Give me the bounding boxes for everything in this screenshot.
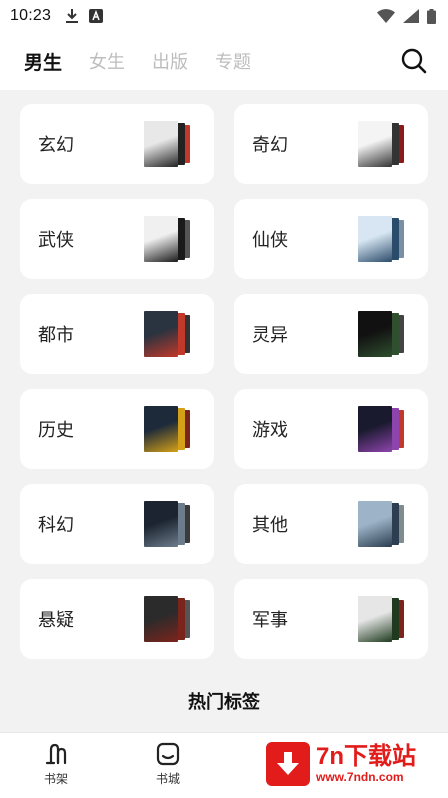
book-cover-front (144, 311, 178, 357)
signal-icon (403, 9, 419, 23)
category-card-lishi[interactable]: 历史 (20, 389, 214, 469)
search-icon[interactable] (400, 47, 428, 75)
category-label: 历史 (38, 420, 74, 441)
category-card-xuanyi[interactable]: 悬疑 (20, 579, 214, 659)
category-card-wuxia[interactable]: 武侠 (20, 199, 214, 279)
tab-publication[interactable]: 出版 (152, 48, 188, 74)
book-covers (144, 406, 190, 452)
book-cover-front (144, 216, 178, 262)
book-cover-front (144, 501, 178, 547)
bottom-nav-bookstore[interactable]: 书城 (138, 741, 198, 787)
status-bar: 10:23 (0, 0, 448, 32)
book-covers (144, 121, 190, 167)
category-card-youxi[interactable]: 游戏 (234, 389, 428, 469)
category-label: 武侠 (38, 230, 74, 251)
book-covers (358, 216, 404, 262)
book-cover-front (358, 596, 392, 642)
category-label: 悬疑 (38, 610, 74, 631)
site-watermark: 7n下载站 www.7ndn.com (262, 736, 442, 792)
category-card-kehuan[interactable]: 科幻 (20, 484, 214, 564)
category-label: 仙侠 (252, 230, 288, 251)
tab-topics[interactable]: 专题 (215, 48, 251, 74)
battery-icon (427, 8, 436, 24)
book-covers (144, 311, 190, 357)
wifi-icon (377, 9, 395, 23)
book-cover-front (144, 406, 178, 452)
book-covers (144, 596, 190, 642)
category-card-dushi[interactable]: 都市 (20, 294, 214, 374)
book-covers (358, 501, 404, 547)
book-covers (144, 216, 190, 262)
status-time: 10:23 (10, 7, 52, 24)
bookshelf-icon (45, 743, 67, 765)
book-covers (358, 406, 404, 452)
hot-tags-title: 热门标签 (188, 692, 260, 713)
book-covers (144, 501, 190, 547)
bottom-nav-label: 书城 (155, 772, 180, 786)
book-cover-front (358, 121, 392, 167)
tab-male[interactable]: 男生 (24, 48, 62, 75)
category-label: 军事 (252, 610, 288, 631)
bottom-nav-label: 书架 (43, 772, 68, 786)
category-label: 奇幻 (252, 135, 288, 156)
category-label: 都市 (38, 325, 74, 346)
category-label: 游戏 (252, 420, 288, 441)
tab-female[interactable]: 女生 (89, 48, 125, 74)
top-nav: 男生 女生 出版 专题 (0, 32, 448, 90)
book-cover-front (358, 216, 392, 262)
book-cover-front (144, 596, 178, 642)
book-cover-front (144, 121, 178, 167)
download-icon (66, 9, 79, 23)
watermark-title: 7n下载站 (316, 743, 417, 770)
book-covers (358, 596, 404, 642)
category-grid: 玄幻 奇幻 武侠 仙侠 都市 灵异 历史 游戏 科幻 其他 悬疑 军事 (20, 104, 428, 659)
category-card-junshi[interactable]: 军事 (234, 579, 428, 659)
category-label: 其他 (252, 515, 288, 536)
book-cover-front (358, 501, 392, 547)
watermark-url: www.7ndn.com (316, 770, 404, 784)
category-card-xianxia[interactable]: 仙侠 (234, 199, 428, 279)
category-label: 玄幻 (38, 135, 74, 156)
category-label: 科幻 (38, 515, 74, 536)
category-card-qihuan[interactable]: 奇幻 (234, 104, 428, 184)
book-cover-front (358, 406, 392, 452)
category-card-lingyi[interactable]: 灵异 (234, 294, 428, 374)
book-covers (358, 121, 404, 167)
book-cover-front (358, 311, 392, 357)
app-notification-icon (89, 9, 104, 23)
book-covers (358, 311, 404, 357)
bookstore-icon (156, 742, 180, 766)
category-card-qita[interactable]: 其他 (234, 484, 428, 564)
category-card-xuanhuan[interactable]: 玄幻 (20, 104, 214, 184)
category-label: 灵异 (252, 325, 288, 346)
download-logo-icon (266, 742, 310, 786)
bottom-nav-bookshelf[interactable]: 书架 (26, 741, 86, 787)
